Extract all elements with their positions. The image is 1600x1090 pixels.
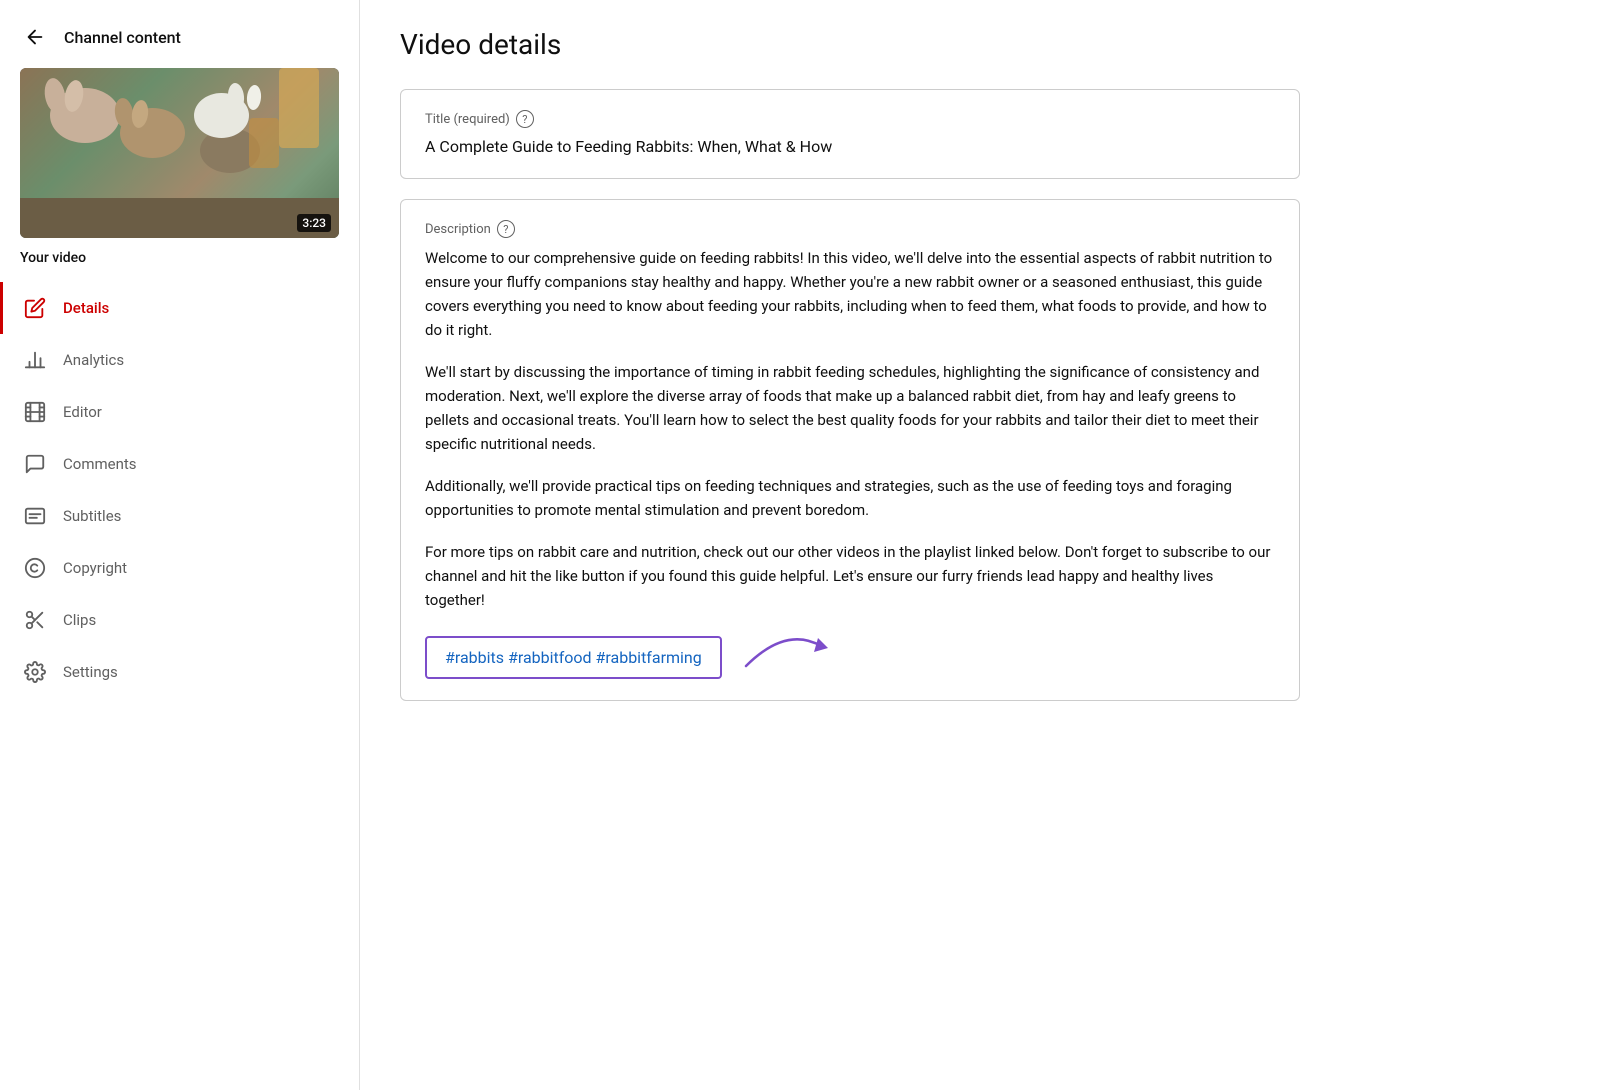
scissors-icon bbox=[23, 608, 47, 632]
copyright-icon bbox=[23, 556, 47, 580]
video-thumbnail: 3:23 bbox=[20, 68, 339, 238]
description-para-3: Additionally, we'll provide practical ti… bbox=[425, 474, 1275, 522]
channel-content-label: Channel content bbox=[64, 28, 181, 47]
sidebar-item-analytics[interactable]: Analytics bbox=[0, 334, 359, 386]
sidebar-navigation: Details Analytics bbox=[0, 282, 359, 698]
sidebar-item-copyright[interactable]: Copyright bbox=[0, 542, 359, 594]
page-title: Video details bbox=[400, 28, 1560, 61]
description-para-1: Welcome to our comprehensive guide on fe… bbox=[425, 246, 1275, 342]
sidebar-item-settings[interactable]: Settings bbox=[0, 646, 359, 698]
film-icon bbox=[23, 400, 47, 424]
description-field-label: Description ? bbox=[425, 220, 1275, 238]
description-para-2: We'll start by discussing the importance… bbox=[425, 360, 1275, 456]
title-help-icon[interactable]: ? bbox=[516, 110, 534, 128]
sidebar-item-label-analytics: Analytics bbox=[63, 351, 124, 369]
sidebar-item-comments[interactable]: Comments bbox=[0, 438, 359, 490]
hashtag-row: #rabbits #rabbitfood #rabbitfarming bbox=[425, 616, 1275, 680]
your-video-label: Your video bbox=[0, 250, 359, 282]
sidebar-item-label-comments: Comments bbox=[63, 455, 137, 473]
title-section: Title (required) ? A Complete Guide to F… bbox=[400, 89, 1300, 179]
main-content: Video details Title (required) ? A Compl… bbox=[360, 0, 1600, 1090]
sidebar-item-clips[interactable]: Clips bbox=[0, 594, 359, 646]
sidebar-item-label-clips: Clips bbox=[63, 611, 96, 629]
subtitles-icon bbox=[23, 504, 47, 528]
sidebar-item-label-copyright: Copyright bbox=[63, 559, 127, 577]
title-value: A Complete Guide to Feeding Rabbits: Whe… bbox=[425, 136, 1275, 158]
sidebar-item-label-settings: Settings bbox=[63, 663, 118, 681]
sidebar-item-details[interactable]: Details bbox=[0, 282, 359, 334]
sidebar-item-label-subtitles: Subtitles bbox=[63, 507, 121, 525]
hashtag-box: #rabbits #rabbitfood #rabbitfarming bbox=[425, 636, 722, 679]
sidebar-item-label-editor: Editor bbox=[63, 403, 102, 421]
video-duration: 3:23 bbox=[297, 214, 331, 232]
curved-arrow-annotation bbox=[736, 616, 836, 680]
comment-icon bbox=[23, 452, 47, 476]
sidebar-item-label-details: Details bbox=[63, 299, 109, 317]
back-arrow-icon bbox=[24, 26, 46, 48]
description-help-icon[interactable]: ? bbox=[497, 220, 515, 238]
description-section: Description ? Welcome to our comprehensi… bbox=[400, 199, 1300, 701]
bar-chart-icon bbox=[23, 348, 47, 372]
sidebar-header: Channel content bbox=[0, 0, 359, 68]
sidebar: Channel content 3:23 Y bbox=[0, 0, 360, 1090]
description-text: Welcome to our comprehensive guide on fe… bbox=[425, 246, 1275, 612]
title-field-label: Title (required) ? bbox=[425, 110, 1275, 128]
gear-icon bbox=[23, 660, 47, 684]
sidebar-item-subtitles[interactable]: Subtitles bbox=[0, 490, 359, 542]
sidebar-item-editor[interactable]: Editor bbox=[0, 386, 359, 438]
back-button[interactable] bbox=[20, 22, 50, 52]
description-para-4: For more tips on rabbit care and nutriti… bbox=[425, 540, 1275, 612]
pencil-icon bbox=[23, 296, 47, 320]
video-thumbnail-container: 3:23 bbox=[20, 68, 339, 238]
